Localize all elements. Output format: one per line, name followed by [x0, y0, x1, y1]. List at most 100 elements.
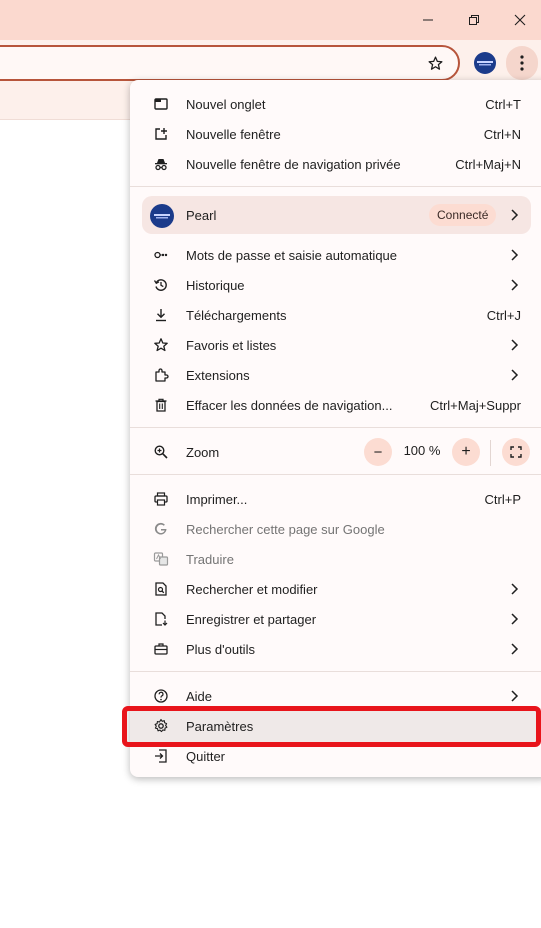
close-icon	[514, 14, 526, 26]
menu-item-history[interactable]: Historique	[130, 270, 541, 300]
help-icon	[153, 688, 169, 704]
menu-item-downloads[interactable]: Téléchargements Ctrl+J	[130, 300, 541, 330]
annotation-highlight-box	[122, 706, 541, 747]
trash-icon	[153, 397, 169, 413]
menu-item-shortcut: Ctrl+Maj+N	[455, 156, 521, 172]
puzzle-icon	[153, 367, 169, 383]
menu-item-label: Traduire	[186, 551, 234, 567]
status-badge: Connecté	[429, 204, 497, 226]
chevron-right-icon	[511, 249, 519, 261]
key-icon	[153, 247, 169, 263]
address-bar[interactable]	[0, 45, 460, 81]
fullscreen-icon	[510, 446, 522, 458]
menu-item-translate: Traduire	[130, 544, 541, 574]
menu-item-label: Extensions	[186, 367, 250, 383]
google-icon	[153, 521, 169, 537]
menu-divider	[130, 474, 541, 475]
zoom-level: 100 %	[403, 443, 441, 458]
close-button[interactable]	[497, 0, 541, 40]
avatar	[150, 204, 174, 228]
three-dots-vertical-icon	[520, 55, 524, 71]
history-icon	[153, 277, 169, 293]
find-icon	[153, 581, 169, 597]
chevron-right-icon	[511, 369, 519, 381]
zoom-label: Zoom	[186, 444, 220, 460]
zoom-in-button[interactable]: +	[452, 438, 480, 466]
chevron-right-icon	[511, 279, 519, 291]
menu-item-label: Nouvelle fenêtre	[186, 126, 281, 142]
save-share-icon	[153, 611, 169, 627]
profile-avatar[interactable]	[474, 52, 496, 74]
minimize-button[interactable]	[405, 0, 451, 40]
menu-item-bookmarks[interactable]: Favoris et listes	[130, 330, 541, 360]
chevron-right-icon	[511, 643, 519, 655]
menu-item-print[interactable]: Imprimer... Ctrl+P	[130, 484, 541, 514]
fullscreen-button[interactable]	[502, 438, 530, 466]
new-window-icon	[153, 126, 169, 142]
translate-icon	[153, 551, 169, 567]
menu-item-label: Aide	[186, 688, 213, 704]
menu-item-label: Nouvel onglet	[186, 96, 266, 112]
chrome-main-menu: Nouvel onglet Ctrl+T Nouvelle fenêtre Ct…	[130, 80, 541, 777]
menu-divider	[130, 427, 541, 428]
restore-button[interactable]	[451, 0, 497, 40]
toolbox-icon	[153, 641, 169, 657]
menu-item-more-tools[interactable]: Plus d'outils	[130, 634, 541, 664]
minus-icon: −	[373, 443, 383, 461]
minimize-icon	[423, 19, 433, 21]
menu-divider	[130, 186, 541, 187]
menu-item-zoom: Zoom − 100 % +	[130, 432, 541, 472]
chevron-right-icon	[511, 209, 519, 221]
avatar-image-icon	[477, 61, 493, 66]
menu-item-extensions[interactable]: Extensions	[130, 360, 541, 390]
restore-icon	[469, 15, 479, 25]
zoom-out-button[interactable]: −	[364, 438, 392, 466]
chevron-right-icon	[511, 613, 519, 625]
menu-item-label: Quitter	[186, 748, 226, 764]
menu-item-label: Plus d'outils	[186, 641, 255, 657]
menu-item-label: Mots de passe et saisie automatique	[186, 247, 398, 263]
menu-divider	[130, 671, 541, 672]
profile-name: Pearl	[186, 208, 217, 223]
avatar-image-icon	[154, 214, 170, 219]
menu-item-label: Rechercher et modifier	[186, 581, 318, 597]
menu-item-label: Enregistrer et partager	[186, 611, 317, 627]
menu-item-label: Rechercher cette page sur Google	[186, 521, 385, 537]
exit-icon	[153, 748, 169, 764]
menu-item-shortcut: Ctrl+P	[484, 491, 521, 507]
menu-item-label: Téléchargements	[186, 307, 287, 323]
star-outline-icon	[427, 55, 443, 70]
menu-item-shortcut: Ctrl+Maj+Suppr	[429, 397, 521, 413]
plus-icon: +	[461, 443, 471, 460]
profile-row[interactable]: Pearl Connecté	[142, 196, 531, 234]
menu-item-incognito-window[interactable]: Nouvelle fenêtre de navigation privée Ct…	[130, 149, 541, 179]
menu-item-label: Effacer les données de navigation...	[186, 397, 393, 413]
new-tab-icon	[153, 96, 169, 112]
menu-item-clear-browsing-data[interactable]: Effacer les données de navigation... Ctr…	[130, 390, 541, 420]
menu-item-shortcut: Ctrl+T	[485, 96, 521, 112]
bookmark-star-button[interactable]	[420, 48, 450, 78]
title-bar	[0, 0, 541, 40]
menu-item-label: Historique	[186, 277, 245, 293]
menu-item-label: Nouvelle fenêtre de navigation privée	[186, 156, 401, 172]
browser-window: Nouvel onglet Ctrl+T Nouvelle fenêtre Ct…	[0, 0, 541, 928]
print-icon	[153, 491, 169, 507]
menu-item-shortcut: Ctrl+J	[486, 307, 521, 323]
menu-item-passwords[interactable]: Mots de passe et saisie automatique	[130, 240, 541, 270]
menu-item-new-window[interactable]: Nouvelle fenêtre Ctrl+N	[130, 119, 541, 149]
chevron-right-icon	[511, 690, 519, 702]
menu-item-label: Favoris et listes	[186, 337, 277, 353]
menu-item-new-tab[interactable]: Nouvel onglet Ctrl+T	[130, 89, 541, 119]
chrome-menu-button[interactable]	[506, 46, 538, 80]
menu-item-search-google: Rechercher cette page sur Google	[130, 514, 541, 544]
download-icon	[153, 307, 169, 323]
star-icon	[153, 337, 169, 353]
menu-item-label: Imprimer...	[186, 491, 248, 507]
menu-item-save-share[interactable]: Enregistrer et partager	[130, 604, 541, 634]
zoom-divider	[490, 440, 491, 466]
zoom-icon	[153, 444, 169, 460]
menu-item-find-edit[interactable]: Rechercher et modifier	[130, 574, 541, 604]
chevron-right-icon	[511, 339, 519, 351]
menu-item-shortcut: Ctrl+N	[483, 126, 521, 142]
chevron-right-icon	[511, 583, 519, 595]
